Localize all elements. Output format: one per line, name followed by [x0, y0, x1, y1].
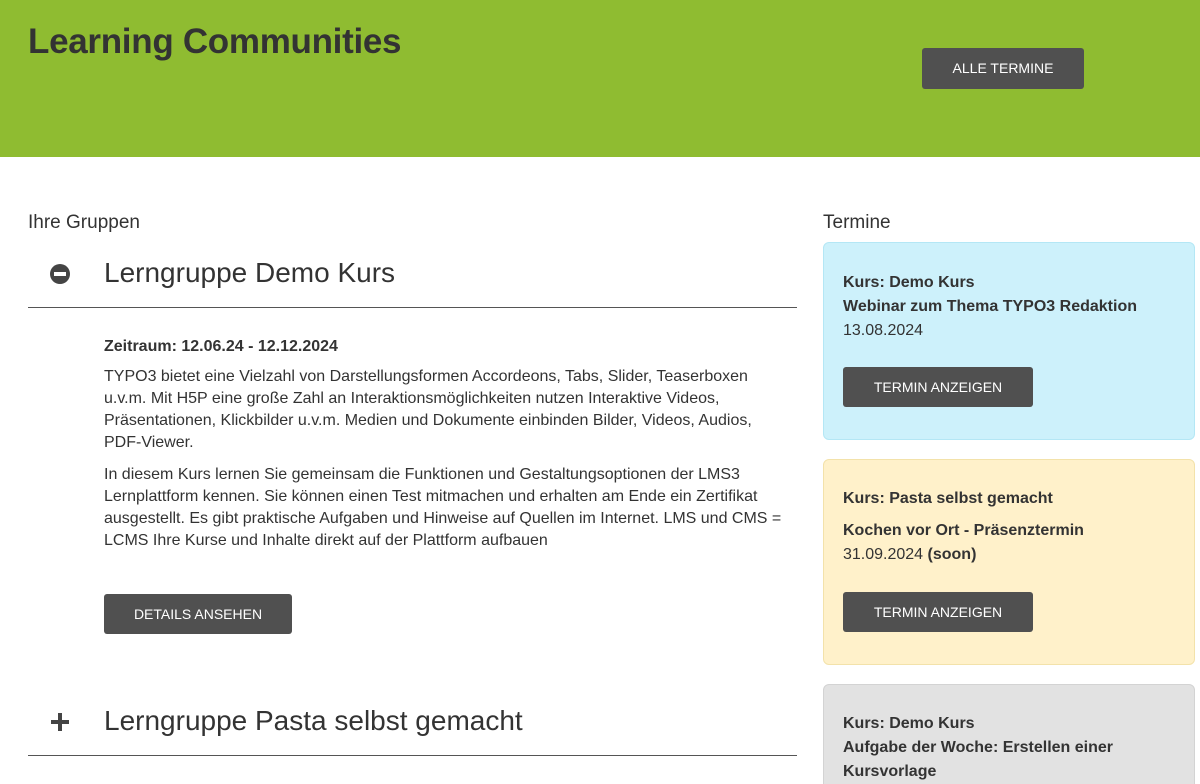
event-card: Kurs: Demo Kurs Webinar zum Thema TYPO3 …: [823, 242, 1195, 440]
event-date: 31.09.2024: [843, 546, 924, 563]
all-dates-button[interactable]: ALLE TERMINE: [922, 48, 1084, 89]
event-title: Aufgabe der Woche: Erstellen einer Kursv…: [843, 739, 1113, 780]
show-event-button[interactable]: TERMIN ANZEIGEN: [843, 592, 1033, 632]
description-paragraph: In diesem Kurs lernen Sie gemeinsam die …: [104, 466, 782, 549]
event-date-line: 31.09.2024 (soon): [843, 543, 1175, 567]
accordion-title[interactable]: Lerngruppe Pasta selbst gemacht: [104, 705, 523, 737]
show-event-button[interactable]: TERMIN ANZEIGEN: [843, 367, 1033, 407]
event-course: Kurs: Demo Kurs: [843, 715, 975, 732]
event-title: Kochen vor Ort - Präsenztermin: [843, 522, 1084, 539]
event-course: Kurs: Demo Kurs: [843, 274, 975, 291]
period-text: Zeitraum: 12.06.24 - 12.12.2024: [104, 338, 338, 355]
event-date: 13.08.2024: [843, 322, 924, 339]
details-button[interactable]: DETAILS ANSEHEN: [104, 594, 292, 634]
event-card: Kurs: Demo Kurs Aufgabe der Woche: Erste…: [823, 684, 1195, 784]
event-course: Kurs: Pasta selbst gemacht: [843, 490, 1053, 507]
page-header: Learning Communities ALLE TERMINE: [0, 0, 1200, 157]
accordion-header-pasta[interactable]: Lerngruppe Pasta selbst gemacht: [28, 704, 797, 756]
plus-icon[interactable]: [50, 712, 70, 732]
page-title: Learning Communities: [28, 22, 402, 61]
accordion-title[interactable]: Lerngruppe Demo Kurs: [104, 257, 395, 289]
event-date-note: (soon): [927, 546, 977, 563]
accordion-body-demo-kurs: Zeitraum: 12.06.24 - 12.12.2024 TYPO3 bi…: [104, 338, 784, 562]
event-title: Webinar zum Thema TYPO3 Redaktion: [843, 298, 1137, 315]
event-card: Kurs: Pasta selbst gemacht Kochen vor Or…: [823, 459, 1195, 665]
termine-section-label: Termine: [823, 212, 891, 233]
groups-section-label: Ihre Gruppen: [28, 212, 140, 233]
description-paragraph: TYPO3 bietet eine Vielzahl von Darstellu…: [104, 368, 752, 451]
minus-circle-icon[interactable]: [50, 264, 70, 284]
accordion-header-demo-kurs[interactable]: Lerngruppe Demo Kurs: [28, 256, 797, 308]
